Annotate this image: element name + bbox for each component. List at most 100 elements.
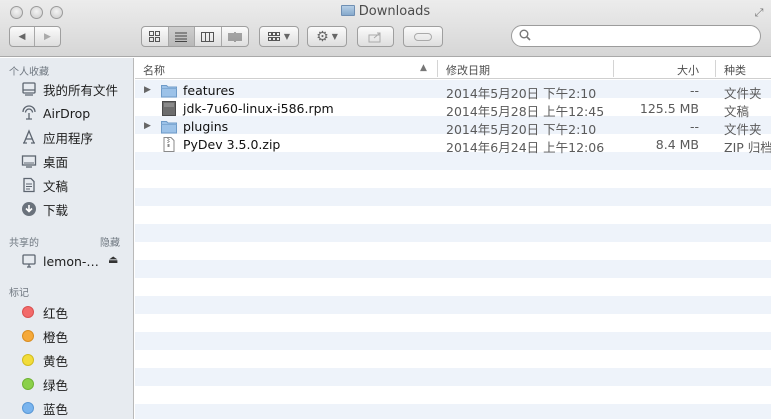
coverflow-view-icon (228, 31, 242, 42)
shared-header: 共享的 (9, 238, 39, 249)
row-stripe (135, 296, 771, 314)
sidebar-item-airdrop[interactable]: AirDrop (0, 102, 133, 124)
file-size: 8.4 MB (655, 137, 699, 152)
sidebar-item-label: 下载 (43, 202, 69, 218)
file-list: 名称 ▲ 修改日期 大小 种类 ▶ features 2014年5月20日 下午… (135, 58, 771, 419)
column-header-size[interactable]: 大小 (677, 62, 699, 78)
disclosure-triangle-icon[interactable]: ▶ (144, 85, 151, 95)
sidebar-item-label: 文稿 (43, 178, 69, 194)
file-name: plugins (183, 119, 229, 134)
row-stripe (135, 332, 771, 350)
document-icon (162, 101, 176, 116)
coverflow-view-button[interactable] (222, 27, 248, 46)
tag-dot-icon (22, 354, 34, 366)
all-files-icon (20, 80, 38, 98)
fullscreen-icon[interactable]: ⤢ (752, 6, 766, 20)
sidebar: 个人收藏 我的所有文件 AirDrop 应用程序 桌面 文稿 下载 共享的 隐藏… (0, 58, 134, 419)
arrange-icon (267, 32, 280, 41)
sidebar-item-label: AirDrop (43, 105, 91, 121)
folder-icon (161, 85, 177, 98)
desktop-icon (20, 152, 38, 170)
file-name: PyDev 3.5.0.zip (183, 137, 281, 152)
airdrop-icon (20, 104, 38, 122)
column-header-name[interactable]: 名称 (143, 62, 165, 78)
nav-buttons: ◀ ▶ (9, 26, 61, 47)
row-stripe (135, 404, 771, 419)
file-name: features (183, 83, 235, 98)
file-rows: ▶ features 2014年5月20日 下午2:10 -- 文件夹 jdk-… (135, 80, 771, 419)
column-header-kind[interactable]: 种类 (724, 62, 746, 78)
sidebar-item-all-files[interactable]: 我的所有文件 (0, 78, 133, 100)
sort-ascending-icon: ▲ (420, 63, 427, 73)
chevron-down-icon: ▼ (283, 32, 291, 41)
tag-icon (414, 32, 432, 41)
applications-icon (20, 128, 38, 146)
column-divider[interactable] (437, 60, 438, 77)
action-button[interactable]: ⚙ ▼ (307, 26, 347, 47)
row-stripe (135, 188, 771, 206)
column-view-icon (201, 31, 215, 42)
sidebar-tag-orange[interactable]: 橙色 (0, 325, 133, 347)
forward-button[interactable]: ▶ (35, 27, 60, 46)
computer-icon (20, 252, 38, 270)
chevron-down-icon: ▼ (331, 32, 338, 41)
downloads-icon (20, 200, 38, 218)
sidebar-item-desktop[interactable]: 桌面 (0, 150, 133, 172)
column-header-bar: 名称 ▲ 修改日期 大小 种类 (135, 58, 771, 79)
sidebar-item-lemon[interactable]: lemon-… ⏏ (0, 250, 133, 272)
table-row[interactable]: jdk-7u60-linux-i586.rpm 2014年5月28日 上午12:… (135, 100, 771, 119)
sidebar-item-label: 绿色 (43, 377, 69, 393)
sidebar-item-label: lemon-… (43, 253, 99, 269)
edit-tags-button[interactable] (403, 26, 443, 47)
sidebar-item-documents[interactable]: 文稿 (0, 174, 133, 196)
file-size: -- (689, 119, 699, 134)
search-field[interactable] (511, 25, 761, 47)
back-icon: ◀ (18, 31, 26, 42)
table-row[interactable]: PyDev 3.5.0.zip 2014年6月24日 上午12:06 8.4 M… (135, 136, 771, 155)
forward-icon: ▶ (44, 31, 51, 42)
file-kind: ZIP 归档 (724, 140, 771, 155)
file-name: jdk-7u60-linux-i586.rpm (183, 101, 334, 116)
column-header-modified[interactable]: 修改日期 (446, 62, 490, 78)
column-view-button[interactable] (195, 27, 222, 46)
sidebar-item-downloads[interactable]: 下载 (0, 198, 133, 220)
sidebar-tag-red[interactable]: 红色 (0, 301, 133, 323)
sidebar-item-applications[interactable]: 应用程序 (0, 126, 133, 148)
tag-dot-icon (22, 330, 34, 342)
list-view-icon (175, 32, 188, 42)
share-button[interactable] (357, 26, 394, 47)
sidebar-item-label: 蓝色 (43, 401, 69, 417)
window-title: Downloads (358, 4, 431, 19)
sidebar-tag-green[interactable]: 绿色 (0, 373, 133, 395)
gear-icon: ⚙ (316, 28, 329, 45)
sidebar-item-label: 红色 (43, 305, 69, 321)
column-divider[interactable] (613, 60, 614, 77)
list-view-button[interactable] (168, 27, 195, 46)
table-row[interactable]: ▶ plugins 2014年5月20日 下午2:10 -- 文件夹 (135, 118, 771, 137)
row-stripe (135, 260, 771, 278)
shared-hide-link[interactable]: 隐藏 (100, 234, 120, 249)
tag-dot-icon (22, 378, 34, 390)
eject-icon[interactable]: ⏏ (108, 253, 118, 266)
table-row[interactable]: ▶ features 2014年5月20日 下午2:10 -- 文件夹 (135, 82, 771, 101)
folder-icon (340, 5, 355, 16)
sidebar-item-label: 黄色 (43, 353, 69, 369)
row-stripe (135, 368, 771, 386)
icon-view-button[interactable] (142, 27, 169, 46)
sidebar-item-label: 橙色 (43, 329, 69, 345)
column-divider[interactable] (715, 60, 716, 77)
sidebar-tag-yellow[interactable]: 黄色 (0, 349, 133, 371)
share-icon (368, 32, 381, 42)
sidebar-tag-blue[interactable]: 蓝色 (0, 397, 133, 419)
favorites-header: 个人收藏 (9, 67, 49, 78)
sidebar-item-label: 应用程序 (43, 130, 94, 146)
tag-dot-icon (22, 306, 34, 318)
search-input[interactable] (536, 28, 751, 44)
window-title-area: Downloads (0, 4, 771, 19)
disclosure-triangle-icon[interactable]: ▶ (144, 121, 151, 131)
icon-view-icon (149, 31, 161, 42)
back-button[interactable]: ◀ (10, 27, 36, 46)
row-stripe (135, 224, 771, 242)
arrange-button[interactable]: ▼ (259, 26, 299, 47)
sidebar-item-label: 我的所有文件 (43, 82, 119, 98)
